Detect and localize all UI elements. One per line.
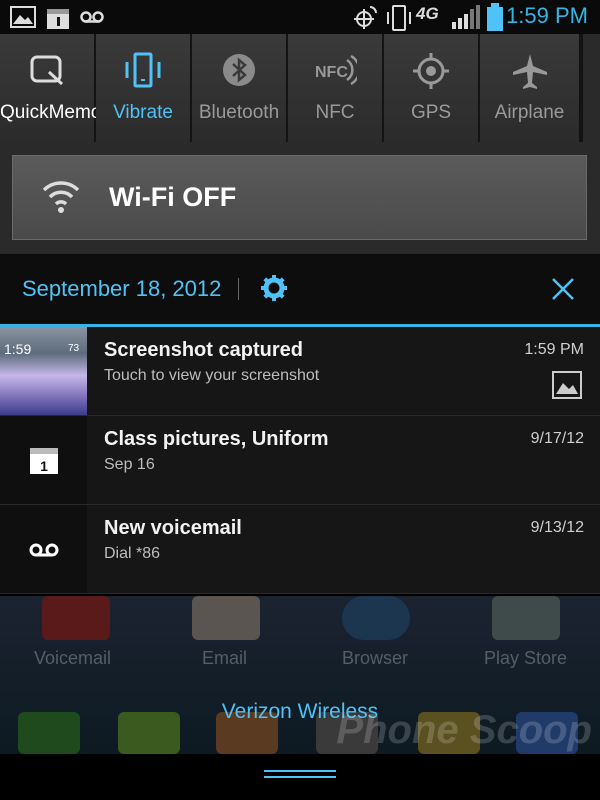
watermark: Phone Scoop [336,708,592,752]
notification-title: Screenshot captured [104,339,303,361]
close-icon[interactable] [550,276,576,302]
app-label-voicemail: Voicemail [34,648,112,668]
notification-calendar[interactable]: 1 Class pictures, Uniform Sep 16 9/17/12 [0,416,600,505]
vibrate-icon [387,5,411,31]
qs-label-nfc: NFC [315,102,355,123]
qs-tile-airplane[interactable]: Airplane [480,34,580,142]
notification-drawer-handle-bar[interactable] [0,754,600,800]
notification-title: Class pictures, Uniform [104,428,329,450]
qs-label-quickmemo: QuickMemo [0,102,102,123]
date-bar: September 18, 2012 [0,254,600,326]
voicemail-app-icon [42,596,110,640]
svg-text:NFC: NFC [315,64,348,81]
app-label-play-store: Play Store [484,648,568,668]
notification-subtitle: Dial *86 [104,545,161,562]
notification-time: 9/17/12 [530,430,584,447]
calendar-icon [47,9,69,29]
qs-label-bluetooth: Bluetooth [198,102,280,123]
wifi-label: Wi-Fi OFF [109,182,237,212]
settings-gear-icon[interactable] [260,274,288,302]
qs-label-vibrate: Vibrate [113,102,173,123]
gallery-icon [10,6,36,28]
qs-label-gps: GPS [410,102,452,123]
voicemail-icon [80,11,104,23]
notification-subtitle: Touch to view your screenshot [104,367,320,384]
qs-scroll-edge[interactable] [582,34,600,142]
notification-subtitle: Sep 16 [104,456,155,473]
drag-handle-icon[interactable] [264,768,336,780]
status-time: 1:59 PM [506,3,588,28]
notification-voicemail[interactable]: New voicemail Dial *86 9/13/12 [0,505,600,594]
notification-screenshot[interactable]: 1:59 73 Screenshot captured Touch to vie… [0,327,600,416]
screenshot-thumbnail: 1:59 73 [0,327,87,415]
gps-icon [413,53,449,89]
voicemail-icon [29,543,59,557]
calendar-icon: 1 [30,448,58,474]
nfc-icon: NFC [315,54,357,86]
wifi-toggle-button[interactable]: Wi-Fi OFF [12,155,587,240]
bluetooth-icon [223,54,255,86]
notification-time: 1:59 PM [524,341,584,358]
status-bar: 4G 1:59 PM [0,0,600,34]
notification-time: 9/13/12 [530,519,584,536]
vibrate-icon [125,52,161,88]
network-type: 4G [416,4,439,23]
thumb-temp: 73 [68,343,80,354]
signal-icon [452,5,480,29]
wifi-panel: Wi-Fi OFF [0,142,600,254]
qs-tile-bluetooth[interactable]: Bluetooth [192,34,287,142]
quickmemo-icon [30,55,64,86]
browser-app-icon [342,596,410,640]
app-label-email: Email [202,648,248,668]
notification-title: New voicemail [104,517,242,539]
app-label-browser: Browser [342,648,409,668]
thumb-time: 1:59 [4,341,32,357]
qs-tile-vibrate[interactable]: Vibrate [96,34,191,142]
quick-settings-bar: QuickMemo Vibrate Bluetooth NFC NFC GPS … [0,34,600,142]
email-app-icon [192,596,260,640]
gallery-icon [552,371,582,399]
qs-tile-quickmemo[interactable]: QuickMemo [0,34,102,142]
wifi-icon [42,181,80,213]
play-store-app-icon [492,596,560,640]
qs-label-airplane: Airplane [494,102,565,123]
qs-tile-nfc[interactable]: NFC NFC [288,34,383,142]
svg-text:1: 1 [40,458,48,474]
gps-icon [354,6,377,29]
notification-icon-column: 1 [0,416,87,504]
airplane-icon [512,54,547,89]
divider [238,278,239,300]
qs-tile-gps[interactable]: GPS [384,34,479,142]
notification-icon-column [0,505,87,593]
date-label: September 18, 2012 [22,276,222,301]
battery-icon [487,3,503,31]
